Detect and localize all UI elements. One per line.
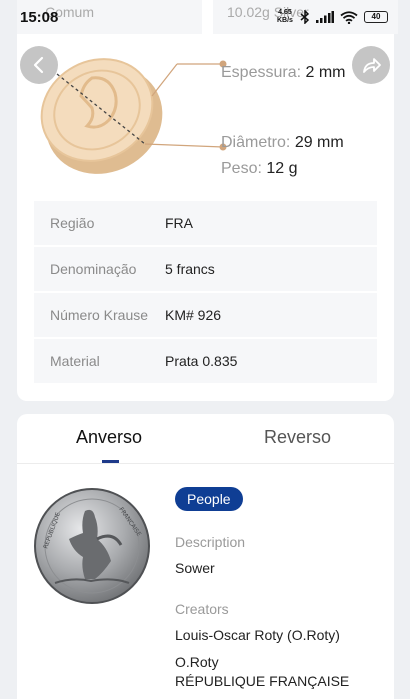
info-table: Região FRA Denominação 5 francs Número K… — [34, 201, 377, 385]
creator-item: Louis-Oscar Roty (O.Roty) — [175, 627, 340, 643]
legend-text: RÉPUBLIQUE FRANÇAISE — [175, 673, 350, 689]
weight-row: Peso: 12 g — [221, 160, 298, 178]
diameter-value: 29 mm — [294, 134, 344, 151]
wifi-icon — [340, 10, 358, 24]
coin-details-card: Comum 10.02g Silver Espessura: 2 mm Diâm… — [17, 0, 398, 401]
weight-value: 12 g — [266, 160, 298, 177]
status-bar: 15:08 4.65 KB/s 40 — [0, 0, 410, 34]
tab-reverse[interactable]: Reverso — [264, 427, 331, 448]
description-value: Sower — [175, 560, 215, 576]
coin-outline-icon — [40, 58, 163, 174]
status-time: 15:08 — [20, 9, 59, 26]
denomination-value: 5 francs — [165, 261, 215, 277]
krause-number-label: Número Krause — [50, 307, 149, 323]
region-value: FRA — [165, 215, 193, 231]
network-speed: 4.65 KB/s — [277, 9, 293, 25]
network-speed-unit: KB/s — [277, 17, 293, 24]
denomination-label: Denominação — [50, 261, 137, 277]
status-icons: 40 — [300, 10, 388, 24]
weight-label: Peso: — [221, 160, 262, 177]
share-button[interactable] — [352, 46, 390, 84]
thickness-label: Espessura: — [221, 64, 302, 81]
obverse-coin-image[interactable]: REPUBLIQUE FRANCAISE — [33, 487, 151, 605]
bluetooth-icon — [300, 10, 310, 24]
thickness-row: Espessura: 2 mm — [221, 64, 346, 82]
region-label: Região — [50, 215, 95, 231]
diameter-row: Diâmetro: 29 mm — [221, 134, 344, 152]
table-row: Região FRA — [34, 201, 377, 245]
diameter-label: Diâmetro: — [221, 134, 291, 151]
table-row: Número Krause KM# 926 — [34, 293, 377, 337]
table-row: Material Prata 0.835 — [34, 339, 377, 383]
krause-number-value: KM# 926 — [165, 307, 222, 323]
thickness-value: 2 mm — [305, 64, 346, 81]
share-icon — [363, 58, 381, 73]
material-label: Material — [50, 353, 100, 369]
network-speed-value: 4.65 — [278, 9, 292, 16]
coin-sides-card: Anverso Reverso REPUBLIQUE FRANCAISE Peo… — [17, 414, 394, 699]
side-tabs: Anverso Reverso — [17, 414, 394, 464]
creators-label: Creators — [175, 601, 229, 617]
material-value: Prata 0.835 — [165, 353, 238, 369]
coin-dimension-diagram — [40, 58, 227, 174]
people-tag[interactable]: People — [175, 487, 243, 511]
active-tab-indicator — [102, 460, 119, 463]
signal-icon — [316, 11, 334, 23]
creator-item: O.Roty — [175, 654, 219, 670]
description-label: Description — [175, 534, 246, 550]
tab-obverse[interactable]: Anverso — [76, 427, 142, 448]
battery-icon: 40 — [364, 11, 388, 23]
table-row: Denominação 5 francs — [34, 247, 377, 291]
